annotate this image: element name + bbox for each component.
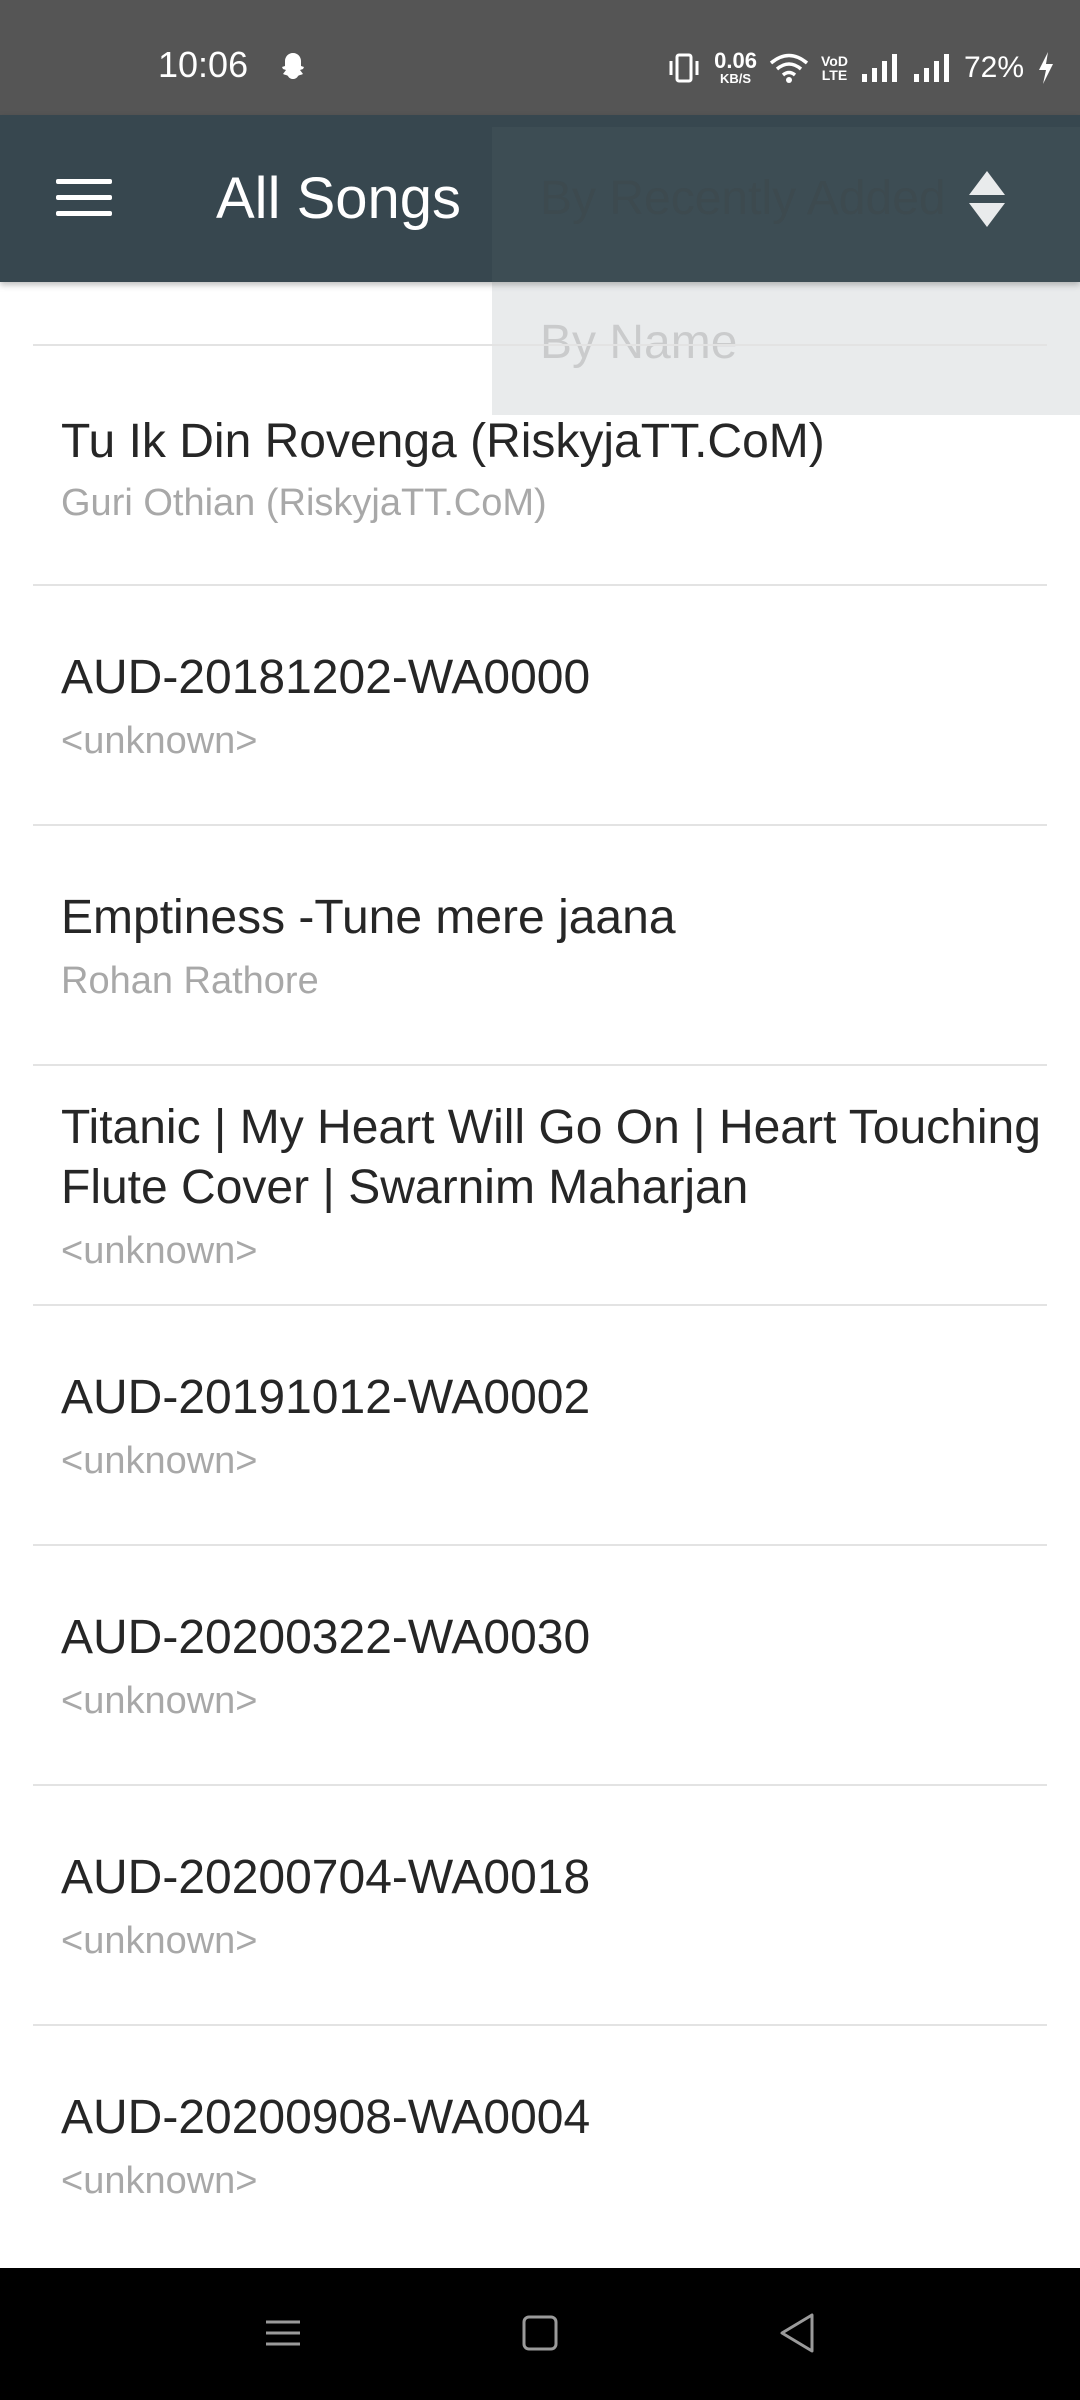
- list-item[interactable]: AUD-20200908-WA0004 <unknown>: [33, 2026, 1047, 2266]
- song-artist: <unknown>: [61, 1440, 258, 1482]
- list-item[interactable]: AUD-20200322-WA0030 <unknown>: [33, 1546, 1047, 1786]
- navigation-bar: [0, 2268, 1080, 2400]
- status-icons: 0.06 KB/S VoD LTE 72%: [666, 46, 1056, 90]
- hamburger-menu-icon: [56, 179, 112, 184]
- status-time: 10:06: [158, 44, 249, 85]
- net-speed: 0.06 KB/S: [714, 48, 757, 86]
- signal-icon: [913, 54, 949, 82]
- song-artist: <unknown>: [61, 2160, 258, 2202]
- signal-icon: [861, 54, 897, 82]
- song-artist: <unknown>: [61, 1920, 258, 1962]
- recent-apps-icon[interactable]: [248, 2298, 318, 2368]
- song-title: Tu Ik Din Rovenga (RiskyjaTT.CoM): [61, 415, 825, 468]
- song-title: AUD-20200704-WA0018: [61, 1851, 591, 1904]
- back-icon[interactable]: [762, 2298, 832, 2368]
- song-artist: <unknown>: [61, 1680, 258, 1722]
- list-item[interactable]: AUD-20181202-WA0000 <unknown>: [33, 586, 1047, 826]
- volte-indicator: VoD LTE: [820, 53, 848, 83]
- song-title: Titanic | My Heart Will Go On | Heart To…: [61, 1101, 1041, 1214]
- list-item[interactable]: AUD-20200704-WA0018 <unknown>: [33, 1786, 1047, 2026]
- list-item[interactable]: Emptiness -Tune mere jaana Rohan Rathore: [33, 826, 1047, 1066]
- status-bar: 10:06 0.06 KB/S VoD LTE 72%: [0, 0, 1080, 115]
- page-title: All Songs: [216, 166, 462, 231]
- song-title: AUD-20200908-WA0004: [61, 2091, 591, 2144]
- song-artist: Rohan Rathore: [61, 960, 319, 1002]
- song-title: AUD-20181202-WA0000: [61, 651, 591, 704]
- home-icon[interactable]: [505, 2298, 575, 2368]
- list-item[interactable]: Titanic | My Heart Will Go On | Heart To…: [33, 1066, 1047, 1306]
- song-title: Emptiness -Tune mere jaana: [61, 891, 676, 944]
- song-title: AUD-20191012-WA0002: [61, 1371, 591, 1424]
- charging-icon: [1039, 52, 1053, 84]
- song-artist: <unknown>: [61, 1230, 258, 1272]
- menu-button[interactable]: [40, 167, 128, 231]
- battery-percent: 72%: [963, 51, 1024, 84]
- song-title: AUD-20200322-WA0030: [61, 1611, 591, 1664]
- snapchat-icon: [282, 53, 304, 79]
- song-artist: Guri Othian (RiskyjaTT.CoM): [61, 482, 547, 524]
- wifi-icon: [769, 53, 809, 83]
- sort-option-recently-added[interactable]: By Recently Added: [540, 171, 946, 226]
- song-artist: <unknown>: [61, 720, 258, 762]
- list-item[interactable]: AUD-20191012-WA0002 <unknown>: [33, 1306, 1047, 1546]
- list-item[interactable]: Tu Ik Din Rovenga (RiskyjaTT.CoM) Guri O…: [33, 346, 1047, 586]
- vibrate-icon: [669, 53, 699, 83]
